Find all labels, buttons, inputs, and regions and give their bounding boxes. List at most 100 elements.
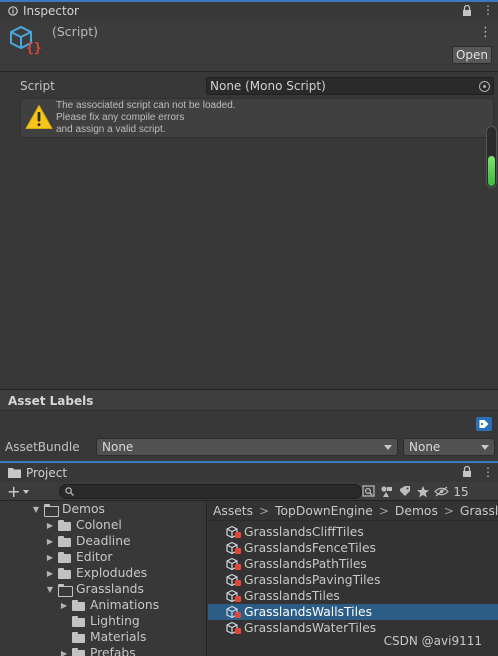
add-asset-button[interactable]: + [7,482,30,501]
tree-item-label: Lighting [90,614,140,628]
tab-inspector[interactable]: Inspector [0,0,498,20]
tab-project[interactable]: Project [0,461,498,482]
project-tool-icons: 15 [362,483,472,500]
tree-item[interactable]: Materials [0,629,206,645]
tree-item-label: Animations [90,598,160,612]
variant-dropdown[interactable]: None [403,438,495,456]
tree-item[interactable]: ▼ Grasslands [0,581,206,597]
tree-item[interactable]: Lighting [0,613,206,629]
tree-item-label: Editor [76,550,113,564]
script-object-field[interactable]: None (Mono Script) [206,77,494,95]
filter-by-label-icon[interactable] [398,485,412,498]
folder-icon [8,468,21,478]
project-folder-tree: ▼ Demos ▶ Colonel ▶ Deadline ▶ Editor ▶ Explodude… [0,501,207,656]
folder-icon [58,535,72,547]
component-menu-icon[interactable]: ⋮ [479,25,492,40]
folder-open-icon [58,583,73,597]
collapsed-arrow-icon[interactable]: ▶ [44,521,56,530]
inspector-scrollbar[interactable] [486,126,497,188]
asset-list-item[interactable]: GrasslandsFenceTiles [208,540,498,556]
chevron-down-icon [481,445,489,450]
scriptable-object-icon [226,557,241,571]
collapsed-arrow-icon[interactable]: ▶ [44,537,56,546]
asset-list-item[interactable]: GrasslandsTiles [208,588,498,604]
tree-item[interactable]: ▶ Colonel [0,517,206,533]
tree-item[interactable]: ▼ Demos [0,501,206,517]
scriptable-object-icon [226,605,241,619]
tree-item[interactable]: ▶ Animations [0,597,206,613]
asset-list-item-label: GrasslandsTiles [244,589,340,603]
collapsed-arrow-icon[interactable]: ▶ [44,553,56,562]
assetbundle-dropdown[interactable]: None [96,438,398,456]
eye-hidden-icon [434,486,449,497]
expanded-arrow-icon[interactable]: ▼ [44,585,56,594]
chevron-down-icon [384,445,392,450]
expanded-arrow-icon[interactable]: ▼ [30,505,42,514]
asset-labels-header[interactable]: Asset Labels [0,389,498,411]
script-asset-icon: {} [10,25,42,56]
scrollbar-thumb[interactable] [488,156,495,186]
scriptable-object-icon [226,541,241,555]
breadcrumb-item[interactable]: TopDownEngine [275,504,373,518]
asset-list-item-label: GrasslandsWaterTiles [244,621,377,635]
tab-project-label: Project [26,465,68,480]
folder-icon [58,567,72,579]
chevron-down-icon [23,489,30,494]
search-icon [65,487,74,496]
tree-item-label: Explodudes [76,566,148,580]
asset-list-item[interactable]: GrasslandsPavingTiles [208,572,498,588]
tree-item-label: Grasslands [76,582,144,596]
object-picker-icon[interactable] [479,81,490,92]
breadcrumb: Assets > TopDownEngine > Demos > Grasslands [208,501,498,521]
script-field-label: Script [20,79,55,93]
chevron-right-icon: > [259,503,270,518]
folder-icon [72,631,86,643]
warning-helpbox: The associated script can not be loaded.… [20,98,494,138]
collapsed-arrow-icon[interactable]: ▶ [58,601,70,610]
inspector-header: {} (Script) ⋮ Open [0,20,498,72]
tree-item[interactable]: ▶ Prefabs [0,645,206,656]
warning-message: The associated script can not be loaded.… [56,100,236,135]
lock-icon[interactable] [462,4,472,16]
asset-list-item[interactable]: GrasslandsPathTiles [208,556,498,572]
collapsed-arrow-icon[interactable]: ▶ [58,649,70,656]
kebab-menu-icon[interactable]: ⋮ [482,3,494,17]
asset-list-item[interactable]: GrasslandsWallsTiles [208,604,498,620]
project-content-area: Assets > TopDownEngine > Demos > Grasslands Gr… [208,501,498,656]
search-by-type-icon[interactable] [362,485,376,498]
collapsed-arrow-icon[interactable]: ▶ [44,569,56,578]
project-search-input[interactable] [59,484,362,499]
folder-icon [72,647,86,656]
script-component: Script None (Mono Script) The associated… [0,73,498,169]
tree-item-label: Demos [62,502,105,516]
asset-list-item-label: GrasslandsFenceTiles [244,541,376,555]
breadcrumb-item[interactable]: Grasslands [460,504,498,518]
filter-by-type-icon[interactable] [380,485,394,498]
folder-icon [72,599,86,611]
scriptable-object-icon [226,589,241,603]
tree-item[interactable]: ▶ Explodudes [0,565,206,581]
variant-value: None [409,440,441,454]
inspector-tab-bar: Inspector ⋮ [0,0,498,20]
project-toolbar: + 15 [0,482,498,501]
asset-list-item[interactable]: GrasslandsCliffTiles [208,524,498,540]
asset-labels-title: Asset Labels [8,394,94,408]
breadcrumb-item[interactable]: Assets [213,504,253,518]
project-tab-bar: Project ⋮ [0,461,498,482]
scriptable-object-icon [226,573,241,587]
hidden-packages-toggle[interactable]: 15 [434,485,472,499]
lock-icon[interactable] [462,466,472,477]
open-button[interactable]: Open [452,46,492,64]
folder-icon [58,519,72,531]
kebab-menu-icon[interactable]: ⋮ [482,465,494,479]
info-icon [8,6,18,16]
favorite-star-icon[interactable] [416,485,430,498]
folder-icon [58,551,72,563]
tree-item-label: Materials [90,630,147,644]
chevron-right-icon: > [378,503,389,518]
scriptable-object-icon [226,621,241,635]
breadcrumb-item[interactable]: Demos [395,504,438,518]
tree-item[interactable]: ▶ Deadline [0,533,206,549]
tag-icon[interactable] [476,417,492,431]
tree-item[interactable]: ▶ Editor [0,549,206,565]
